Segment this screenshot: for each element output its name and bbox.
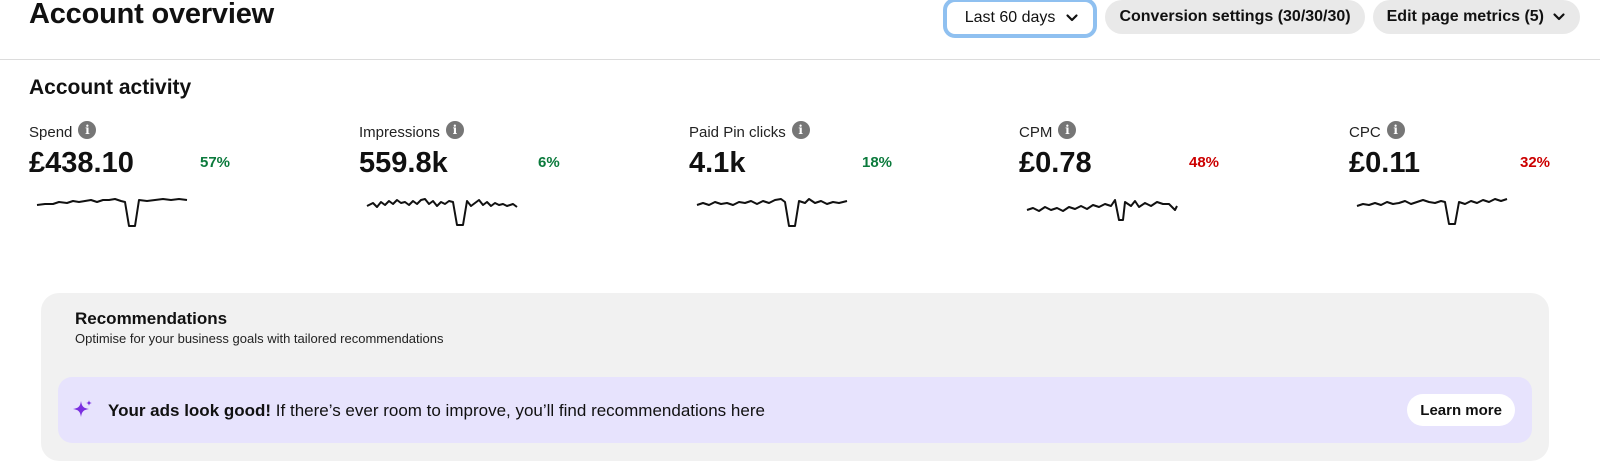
sparkline [696, 198, 848, 227]
metric-impressions[interactable]: Impressions i 559.8k 6% [359, 120, 589, 250]
metric-label-row: CPC i [1349, 120, 1579, 144]
banner-message: Your ads look good! If there’s ever room… [108, 401, 765, 421]
metric-label: Impressions [359, 123, 440, 141]
banner-message-text: If there’s ever room to improve, you’ll … [271, 401, 765, 420]
metric-paid-pin-clicks[interactable]: Paid Pin clicks i 4.1k 18% [689, 120, 919, 250]
page-title: Account overview [29, 0, 274, 30]
metric-label: CPM [1019, 123, 1053, 141]
info-icon[interactable]: i [791, 121, 810, 139]
metric-label-row: Spend i [29, 120, 259, 144]
header-actions: Last 60 days Conversion settings (30/30/… [942, 0, 1580, 38]
sparkline [1026, 199, 1178, 221]
sparkline [366, 198, 518, 226]
metric-value: £438.10 [29, 147, 134, 179]
chevron-down-icon [1553, 13, 1565, 21]
conversion-settings-label: Conversion settings (30/30/30) [1119, 8, 1351, 25]
sparkline [36, 198, 188, 227]
metric-label: Paid Pin clicks [689, 123, 786, 141]
account-activity-title: Account activity [29, 76, 192, 99]
edit-page-metrics-button[interactable]: Edit page metrics (5) [1372, 0, 1580, 34]
metric-label-row: CPM i [1019, 120, 1249, 144]
info-icon[interactable]: i [1058, 121, 1077, 139]
metric-cpm[interactable]: CPM i £0.78 48% [1019, 120, 1249, 250]
metric-change: 57% [200, 154, 231, 171]
recommendations-subtitle: Optimise for your business goals with ta… [75, 331, 444, 346]
metric-label: Spend [29, 123, 73, 141]
recommendations-banner: Your ads look good! If there’s ever room… [58, 377, 1532, 443]
sparkle-icon [73, 400, 92, 417]
sparkline [1356, 198, 1508, 225]
banner-message-bold: Your ads look good! [108, 401, 272, 420]
metric-cpc[interactable]: CPC i £0.11 32% [1349, 120, 1579, 250]
info-icon[interactable]: i [1386, 121, 1405, 139]
info-icon[interactable]: i [78, 121, 97, 139]
info-icon[interactable]: i [445, 121, 464, 139]
conversion-settings-button[interactable]: Conversion settings (30/30/30) [1105, 0, 1365, 34]
learn-more-button[interactable]: Learn more [1407, 394, 1515, 426]
metric-change: 48% [1189, 154, 1220, 171]
metric-value: £0.78 [1019, 147, 1092, 179]
page-header: Account overview Last 60 days Conversion… [0, 0, 1600, 60]
metric-value: £0.11 [1349, 147, 1420, 179]
metric-change: 18% [862, 154, 893, 171]
metric-value: 559.8k [359, 147, 448, 179]
chevron-down-icon [1066, 14, 1079, 22]
metric-change: 6% [538, 154, 560, 171]
metric-spend[interactable]: Spend i £438.10 57% [29, 120, 259, 250]
recommendations-panel: Recommendations Optimise for your busine… [41, 293, 1549, 461]
recommendations-title: Recommendations [75, 309, 228, 328]
metrics-row: Spend i £438.10 57% Impressions i 559.8k… [29, 120, 1579, 250]
metric-label-row: Impressions i [359, 120, 589, 144]
metric-label: CPC [1349, 123, 1381, 141]
edit-page-metrics-label: Edit page metrics (5) [1386, 8, 1544, 25]
date-range-dropdown[interactable]: Last 60 days [942, 0, 1098, 38]
date-range-label: Last 60 days [964, 9, 1056, 26]
metric-label-row: Paid Pin clicks i [689, 120, 919, 144]
metric-change: 32% [1520, 154, 1551, 171]
metric-value: 4.1k [689, 147, 746, 179]
